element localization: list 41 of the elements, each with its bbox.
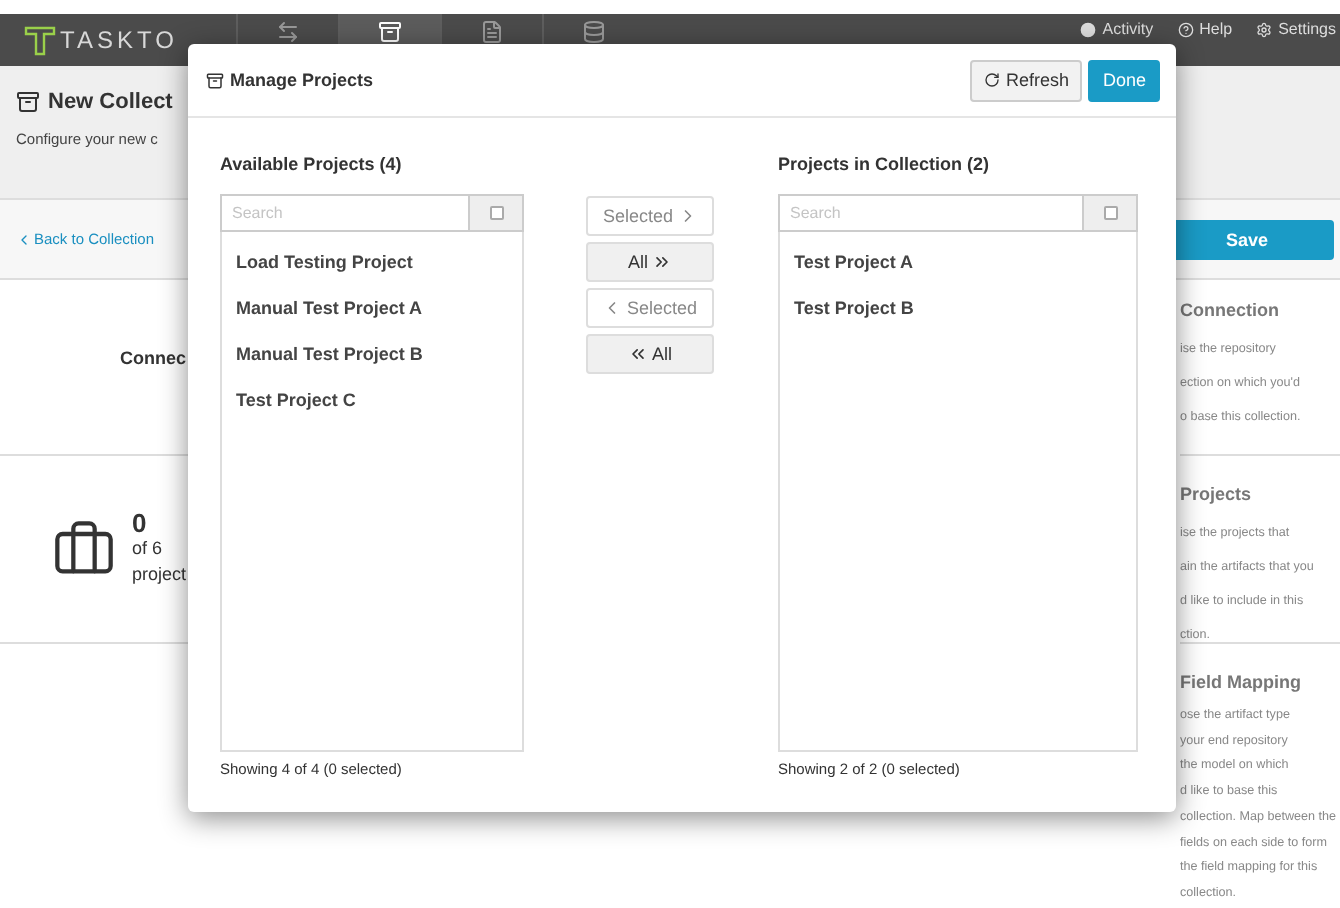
connection-label: Connec bbox=[120, 347, 187, 367]
nav-link[interactable]: Activity bbox=[1080, 20, 1154, 38]
project-item[interactable]: Test Project B bbox=[780, 284, 1136, 330]
logo-text: TASKTO bbox=[60, 26, 178, 54]
nav-link[interactable]: Settings bbox=[1256, 20, 1336, 38]
double-chevron-left-icon bbox=[627, 344, 648, 364]
transfer-arrows-icon bbox=[276, 20, 300, 44]
select-all-checkbox[interactable] bbox=[1103, 206, 1117, 220]
project-item[interactable]: Manual Test Project A bbox=[222, 284, 522, 330]
archive-icon bbox=[206, 71, 224, 89]
project-item[interactable]: Manual Test Project B bbox=[222, 330, 522, 376]
add-all-button[interactable]: All bbox=[586, 242, 714, 282]
project-item[interactable]: Test Project C bbox=[222, 376, 522, 422]
help-title: Connection bbox=[1180, 300, 1281, 320]
nav-link[interactable]: Help bbox=[1177, 20, 1233, 38]
project-unit: project bbox=[132, 562, 187, 588]
double-chevron-right-icon bbox=[652, 252, 672, 272]
archive-icon bbox=[16, 90, 40, 114]
page-title: New Collect bbox=[48, 90, 173, 114]
database-icon bbox=[582, 20, 606, 44]
help-title: Projects bbox=[1180, 484, 1254, 504]
help-icon bbox=[1177, 21, 1194, 37]
search-field[interactable]: Search bbox=[220, 194, 470, 232]
select-all-checkbox[interactable] bbox=[489, 206, 503, 220]
search-field[interactable]: Search bbox=[778, 194, 1084, 232]
help-title: Field Mapping bbox=[1180, 672, 1303, 692]
settings-icon bbox=[1256, 21, 1273, 37]
project-total: of 6 bbox=[132, 536, 165, 562]
refresh-button[interactable]: Refresh bbox=[969, 59, 1083, 101]
logo-icon bbox=[24, 24, 56, 56]
project-item[interactable]: Load Testing Project bbox=[222, 238, 522, 284]
list-heading: Available Projects (4) bbox=[220, 154, 404, 178]
remove-all-button[interactable]: All bbox=[586, 334, 714, 374]
list-heading: Projects in Collection (2) bbox=[778, 154, 992, 178]
project-count: 0 bbox=[132, 510, 149, 536]
chevron-left-icon bbox=[16, 231, 32, 247]
project-item[interactable]: Test Project A bbox=[780, 238, 1136, 284]
dot-icon bbox=[1080, 21, 1097, 37]
refresh-icon bbox=[983, 72, 1000, 88]
document-icon bbox=[480, 20, 504, 44]
dialog-title: Manage Projects bbox=[230, 70, 374, 90]
